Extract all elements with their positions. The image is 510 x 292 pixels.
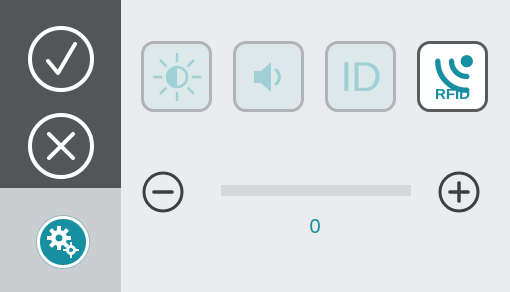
plus-circle-icon (438, 171, 480, 213)
level-value: 0 (309, 216, 321, 238)
close-circle-icon (28, 113, 94, 179)
id-icon: ID (340, 52, 382, 100)
id-mode-button[interactable]: ID (325, 41, 396, 112)
sound-mode-button[interactable] (233, 41, 304, 112)
gears-icon (47, 226, 79, 258)
sidebar-actions (0, 0, 121, 188)
light-mode-button[interactable] (141, 41, 212, 112)
level-slider[interactable] (221, 185, 411, 196)
minus-circle-icon (142, 171, 184, 213)
sidebar (0, 0, 121, 292)
rfid-mode-button[interactable]: RFID (417, 41, 488, 112)
check-circle-icon (28, 26, 94, 92)
settings-button[interactable] (37, 216, 89, 268)
decrease-button[interactable] (141, 170, 185, 214)
confirm-button[interactable] (26, 24, 96, 94)
sidebar-settings-area (0, 188, 121, 292)
rfid-label: RFID (435, 86, 470, 103)
cancel-button[interactable] (26, 111, 96, 181)
brightness-icon (152, 52, 201, 101)
increase-button[interactable] (437, 170, 481, 214)
speaker-icon (253, 61, 281, 92)
